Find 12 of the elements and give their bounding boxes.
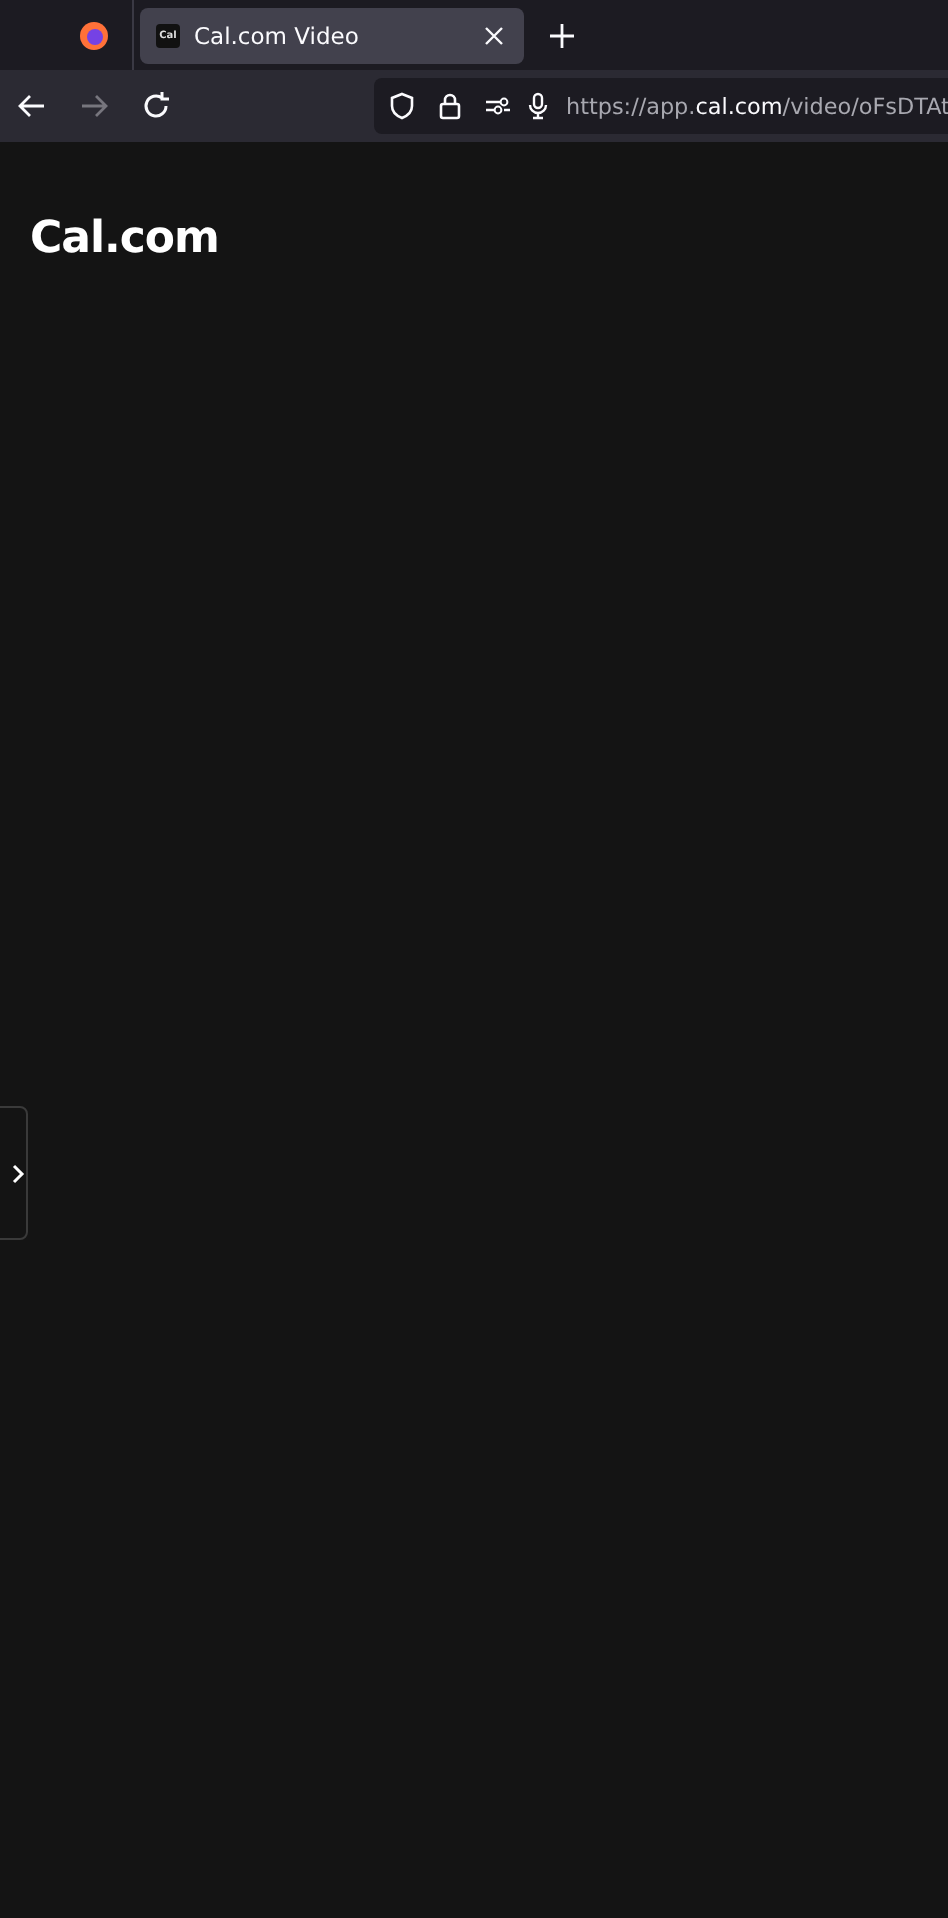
permissions-icon[interactable] [484,92,512,120]
microphone-icon[interactable] [524,92,552,120]
back-icon[interactable] [16,90,48,122]
lock-icon[interactable] [436,92,464,120]
new-tab-icon[interactable] [550,23,574,47]
logo: Cal.com [30,214,219,264]
forward-icon[interactable] [78,90,110,122]
reload-icon[interactable] [140,90,172,122]
chevron-icon [8,1163,26,1183]
browser-logo-icon[interactable] [78,19,110,51]
shield-icon[interactable] [388,92,416,120]
close-icon[interactable] [484,25,504,45]
